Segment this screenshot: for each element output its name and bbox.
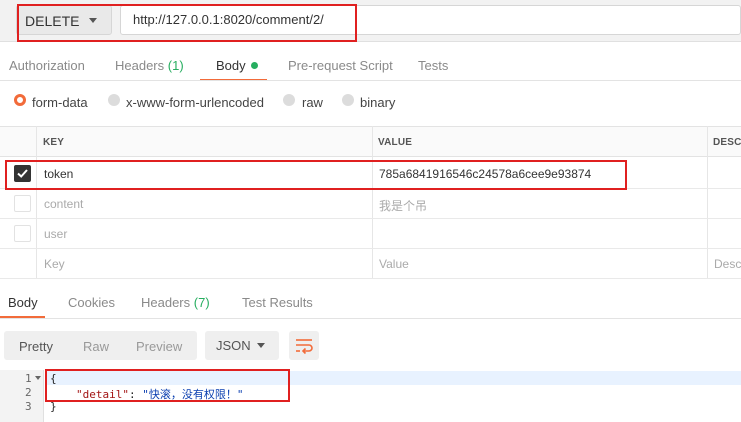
column-divider xyxy=(707,126,708,278)
radio-form-data[interactable] xyxy=(14,94,26,106)
column-header-key: KEY xyxy=(43,137,65,148)
format-dropdown[interactable]: JSON xyxy=(205,331,279,360)
fold-caret-icon[interactable] xyxy=(35,376,41,380)
response-tab-test-results[interactable]: Test Results xyxy=(242,295,313,310)
radio-label-binary: binary xyxy=(360,95,396,110)
radio-label-form-data: form-data xyxy=(32,95,88,110)
row-divider xyxy=(0,248,741,249)
value-cell[interactable]: 我是个吊 xyxy=(379,197,427,214)
annotation-box-url xyxy=(17,4,357,42)
radio-label-urlencoded: x-www-form-urlencoded xyxy=(126,95,264,110)
value-placeholder[interactable]: Value xyxy=(379,257,409,271)
wrap-lines-button[interactable] xyxy=(289,331,319,360)
key-placeholder[interactable]: Key xyxy=(44,257,65,271)
format-label: JSON xyxy=(216,338,251,353)
table-header xyxy=(0,126,741,157)
description-placeholder[interactable]: Desc xyxy=(714,257,741,271)
tab-headers-label: Headers xyxy=(115,58,165,73)
divider xyxy=(0,80,741,81)
tab-headers-count: (1) xyxy=(167,58,184,73)
annotation-box-response xyxy=(45,369,290,402)
tab-tests[interactable]: Tests xyxy=(418,58,448,73)
row-divider xyxy=(0,218,741,219)
tab-pre-request-script[interactable]: Pre-request Script xyxy=(288,58,393,73)
radio-raw[interactable] xyxy=(283,94,295,106)
response-tab-cookies[interactable]: Cookies xyxy=(68,295,115,310)
key-cell[interactable]: content xyxy=(44,197,83,211)
response-tab-headers[interactable]: Headers (7) xyxy=(141,295,210,310)
radio-binary[interactable] xyxy=(342,94,354,106)
response-tab-headers-label: Headers xyxy=(141,295,191,310)
tab-authorization[interactable]: Authorization xyxy=(9,58,85,73)
chevron-down-icon xyxy=(257,343,265,348)
key-cell[interactable]: user xyxy=(44,227,67,241)
tab-body[interactable]: Body xyxy=(216,58,258,73)
raw-button[interactable]: Raw xyxy=(83,339,109,354)
tab-headers[interactable]: Headers (1) xyxy=(115,58,184,73)
row-divider xyxy=(0,278,741,279)
column-divider xyxy=(36,126,37,278)
column-header-value: VALUE xyxy=(378,137,413,148)
divider xyxy=(0,318,741,319)
tab-body-label: Body xyxy=(216,58,246,73)
column-divider xyxy=(372,126,373,278)
pretty-button[interactable]: Pretty xyxy=(19,339,53,354)
radio-label-raw: raw xyxy=(302,95,323,110)
wrap-text-icon xyxy=(296,339,313,355)
status-dot-icon xyxy=(250,62,258,69)
line-number: 3 xyxy=(25,400,32,413)
radio-x-www-form-urlencoded[interactable] xyxy=(108,94,120,106)
annotation-box-token-row xyxy=(5,160,627,190)
line-number: 1 xyxy=(25,372,32,385)
line-number: 2 xyxy=(25,386,32,399)
row-checkbox-user[interactable] xyxy=(14,225,31,242)
preview-button[interactable]: Preview xyxy=(136,339,182,354)
column-header-description: DESCR xyxy=(713,137,741,148)
response-tab-headers-count: (7) xyxy=(193,295,210,310)
row-checkbox-content[interactable] xyxy=(14,195,31,212)
response-tab-body[interactable]: Body xyxy=(8,295,38,310)
